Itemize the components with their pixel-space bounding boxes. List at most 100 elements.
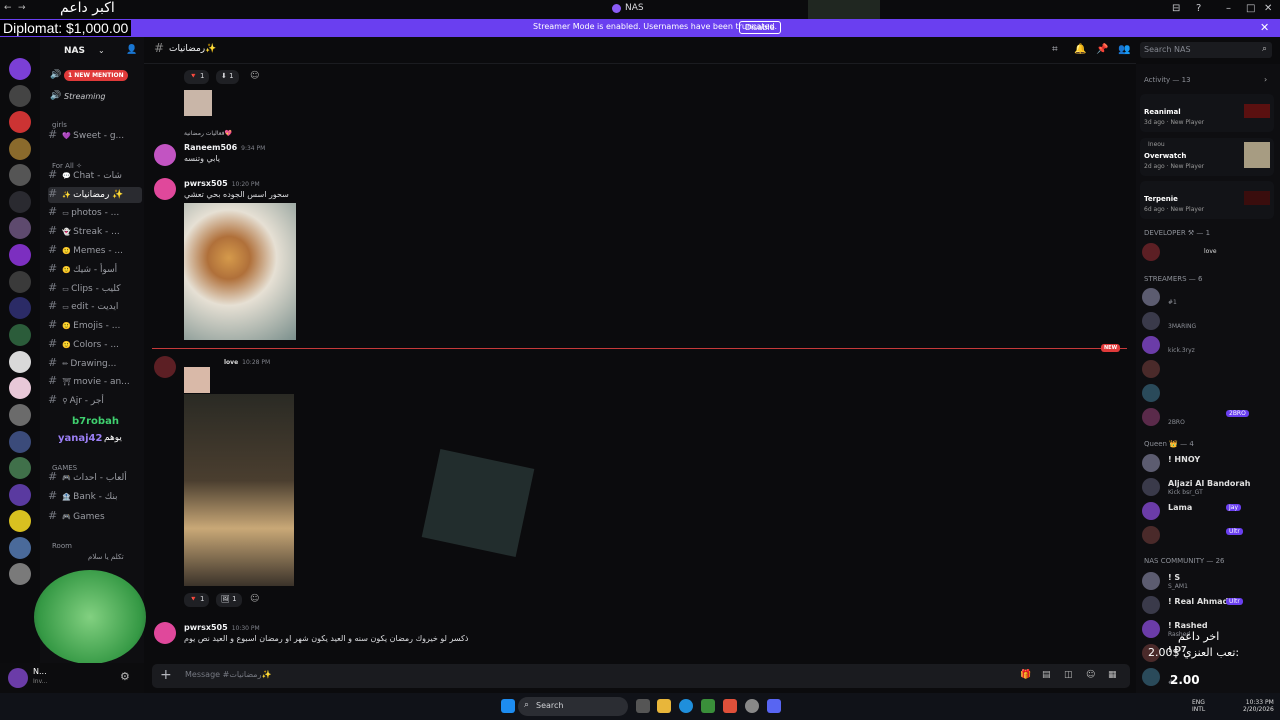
activity-card[interactable]: Reanimal 3d ago · New Player bbox=[1140, 94, 1274, 132]
channel-category[interactable]: GAMES bbox=[52, 464, 77, 472]
windows-start-icon[interactable] bbox=[501, 699, 515, 713]
file-explorer-icon[interactable] bbox=[657, 699, 671, 713]
plus-icon[interactable]: + bbox=[160, 667, 172, 683]
message-author[interactable]: pwrsx505 10:30 PM bbox=[184, 623, 260, 632]
server-icon[interactable] bbox=[9, 271, 31, 293]
avatar[interactable] bbox=[154, 356, 176, 378]
task-view-icon[interactable] bbox=[636, 699, 650, 713]
channel-item[interactable]: # 💜 Sweet - g... bbox=[48, 128, 142, 144]
edge-icon[interactable] bbox=[679, 699, 693, 713]
avatar[interactable] bbox=[1142, 384, 1160, 402]
server-icon[interactable] bbox=[9, 297, 31, 319]
avatar[interactable] bbox=[1142, 596, 1160, 614]
server-icon[interactable] bbox=[9, 377, 31, 399]
server-icon[interactable] bbox=[9, 404, 31, 426]
server-icon[interactable] bbox=[9, 111, 31, 133]
avatar[interactable] bbox=[1142, 454, 1160, 472]
image-attachment[interactable] bbox=[184, 90, 212, 116]
channel-item[interactable]: # 🙂 Memes - ... bbox=[48, 243, 142, 259]
server-icon[interactable] bbox=[9, 244, 31, 266]
avatar[interactable] bbox=[1142, 312, 1160, 330]
channel-item[interactable]: # 🏦 Bank - بنك bbox=[48, 489, 142, 505]
emoji-icon[interactable]: ☺ bbox=[1086, 670, 1095, 680]
avatar[interactable] bbox=[1142, 478, 1160, 496]
gift-icon[interactable]: 🎁 bbox=[1020, 670, 1031, 680]
discord-icon[interactable] bbox=[767, 699, 781, 713]
member-name[interactable]: ! HNOY bbox=[1168, 455, 1200, 464]
voice-user[interactable]: b7robah bbox=[72, 416, 119, 427]
taskbar-search[interactable]: ⌕ Search bbox=[518, 697, 628, 716]
channel-item[interactable]: # ⛩ movie - an... bbox=[48, 374, 142, 390]
inbox-icon[interactable]: ⊟ bbox=[1172, 3, 1180, 14]
add-member-icon[interactable]: 👤 bbox=[126, 45, 137, 55]
avatar[interactable] bbox=[1142, 243, 1160, 261]
member-name[interactable]: ! Rashed bbox=[1168, 621, 1208, 630]
language-indicator[interactable]: ENG INTL bbox=[1192, 699, 1205, 713]
add-reaction-icon[interactable]: ☺ bbox=[250, 594, 259, 604]
reaction[interactable]: 🔻 1 bbox=[184, 593, 210, 607]
minimize-button[interactable]: – bbox=[1226, 3, 1231, 14]
server-icon[interactable] bbox=[9, 484, 31, 506]
food-photo[interactable] bbox=[184, 203, 296, 340]
message-author[interactable]: love 10:28 PM bbox=[184, 357, 270, 366]
back-arrow-icon[interactable]: ← bbox=[4, 3, 12, 13]
channel-item[interactable]: # 🙂 Emojis - ... bbox=[48, 318, 142, 334]
server-icon[interactable] bbox=[9, 58, 31, 80]
avatar[interactable] bbox=[1142, 526, 1160, 544]
server-icon[interactable] bbox=[9, 510, 31, 532]
avatar[interactable] bbox=[1142, 408, 1160, 426]
activity-card[interactable]: Ineou Overwatch 2d ago · New Player bbox=[1140, 138, 1274, 176]
disable-button[interactable]: Disable bbox=[739, 21, 781, 34]
channel-item[interactable]: # ✨ رمضانيات ✨ bbox=[48, 187, 142, 203]
search-input[interactable]: Search NAS bbox=[1140, 42, 1272, 58]
brave-icon[interactable] bbox=[723, 699, 737, 713]
room-item[interactable]: تكلم يا سلام bbox=[88, 553, 124, 561]
add-reaction-icon[interactable]: ☺ bbox=[250, 71, 259, 81]
server-icon[interactable] bbox=[9, 191, 31, 213]
reaction[interactable]: 🖼 1 bbox=[216, 593, 242, 607]
forward-arrow-icon[interactable]: → bbox=[18, 3, 26, 13]
channel-item[interactable]: # 💬 Chat - شات bbox=[48, 168, 142, 184]
channel-item[interactable]: # 🙂 أسوأ - شيك bbox=[48, 262, 142, 278]
avatar[interactable] bbox=[1142, 360, 1160, 378]
server-icon[interactable] bbox=[9, 431, 31, 453]
avatar[interactable] bbox=[1142, 502, 1160, 520]
channel-item[interactable]: # ✏ Drawing... bbox=[48, 356, 142, 372]
sticker[interactable] bbox=[184, 367, 210, 393]
close-icon[interactable]: ✕ bbox=[1260, 21, 1269, 34]
chevron-right-icon[interactable]: › bbox=[1264, 75, 1267, 84]
reaction[interactable]: 🔻 1 bbox=[184, 70, 210, 84]
avatar[interactable] bbox=[8, 668, 28, 688]
message-author[interactable]: Raneem506 9:34 PM bbox=[184, 143, 265, 152]
maximize-button[interactable]: □ bbox=[1246, 3, 1255, 14]
channel-item[interactable]: # ▭ edit - ايديت bbox=[48, 299, 142, 315]
server-icon[interactable] bbox=[9, 138, 31, 160]
member-name[interactable]: Aljazi Al Bandorah bbox=[1168, 479, 1250, 488]
channel-item[interactable]: # 🎮 ألعاب - احداث bbox=[48, 470, 142, 486]
avatar[interactable] bbox=[1142, 288, 1160, 306]
server-icon[interactable] bbox=[9, 85, 31, 107]
gif-icon[interactable]: ▤ bbox=[1042, 670, 1051, 680]
server-icon[interactable] bbox=[9, 164, 31, 186]
channel-item[interactable]: # ▭ Clips - كليب bbox=[48, 281, 142, 297]
server-icon[interactable] bbox=[9, 537, 31, 559]
close-window-button[interactable]: ✕ bbox=[1264, 3, 1272, 14]
settings-gear-icon[interactable]: ⚙ bbox=[120, 670, 130, 683]
channel-category[interactable]: girls bbox=[52, 121, 67, 129]
chevron-down-icon[interactable]: ⌄ bbox=[98, 46, 105, 55]
channel-item[interactable]: # ▭ photos - ... bbox=[48, 205, 142, 221]
clock[interactable]: 10:33 PM 2/20/2026 bbox=[1243, 699, 1274, 713]
channel-item[interactable]: # 🎮 Games bbox=[48, 509, 142, 525]
member-name[interactable]: ! S bbox=[1168, 573, 1180, 582]
dessert-photo[interactable] bbox=[184, 394, 294, 586]
avatar[interactable] bbox=[1142, 668, 1160, 686]
chrome-icon[interactable] bbox=[745, 699, 759, 713]
server-icon[interactable] bbox=[9, 563, 31, 585]
server-icon[interactable] bbox=[9, 457, 31, 479]
avatar[interactable] bbox=[154, 144, 176, 166]
message-input[interactable]: Message #رمضانيات✨ bbox=[185, 670, 271, 679]
apps-icon[interactable]: ▦ bbox=[1108, 670, 1117, 680]
reaction[interactable]: ⬇ 1 bbox=[216, 70, 239, 84]
avatar[interactable] bbox=[154, 622, 176, 644]
avatar[interactable] bbox=[1142, 572, 1160, 590]
